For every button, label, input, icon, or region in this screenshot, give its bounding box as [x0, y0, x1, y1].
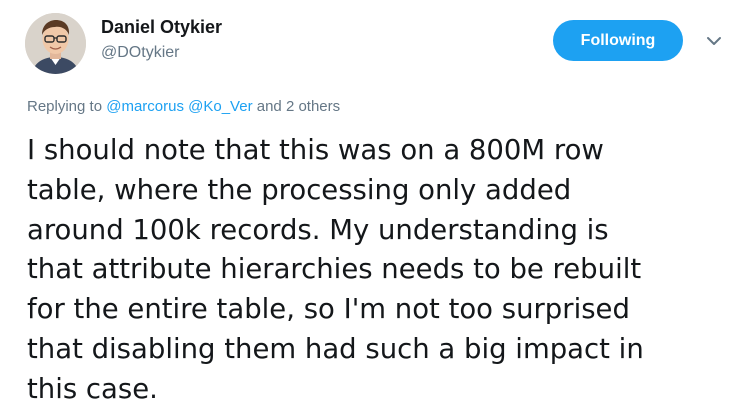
tweet-card: Daniel Otykier @DOtykier Following Reply… — [0, 0, 755, 412]
chevron-down-icon[interactable] — [705, 32, 723, 50]
following-button[interactable]: Following — [553, 20, 683, 61]
mention-link-ko-ver[interactable]: @Ko_Ver — [188, 98, 252, 115]
avatar-photo-icon — [25, 13, 86, 74]
author-name[interactable]: Daniel Otykier — [101, 17, 222, 38]
author-avatar[interactable] — [25, 13, 86, 74]
reply-context: Replying to @marcorus @Ko_Ver and 2 othe… — [27, 98, 340, 115]
mention-link-marcorus[interactable]: @marcorus — [106, 98, 184, 115]
reply-others[interactable]: and 2 others — [257, 98, 340, 115]
tweet-text: I should note that this was on a 800M ro… — [27, 134, 644, 405]
author-handle[interactable]: @DOtykier — [101, 44, 179, 62]
reply-prefix: Replying to — [27, 98, 103, 115]
